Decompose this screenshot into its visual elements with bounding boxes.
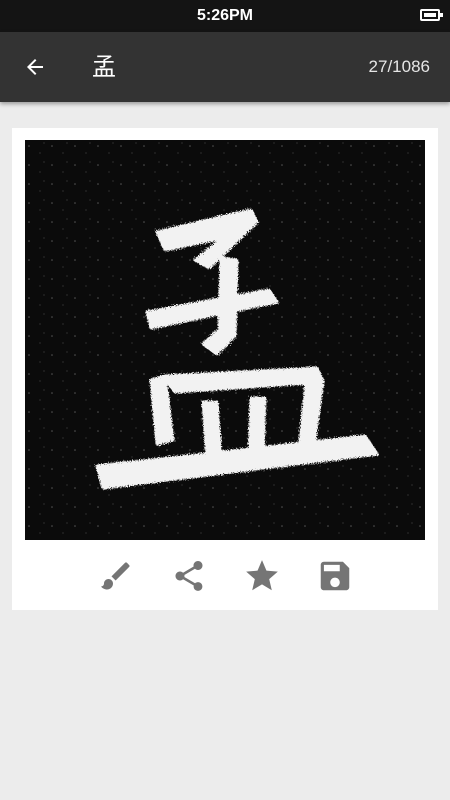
back-button[interactable]	[16, 48, 54, 86]
save-icon	[320, 561, 349, 591]
action-toolbar	[12, 542, 438, 610]
glyph-card	[12, 128, 438, 610]
page-counter: 27/1086	[368, 57, 430, 76]
favorite-button[interactable]	[243, 557, 281, 595]
brush-button[interactable]	[97, 557, 135, 595]
battery-icon	[420, 9, 443, 21]
save-button[interactable]	[316, 557, 354, 595]
calligraphy-image[interactable]	[25, 140, 425, 540]
status-bar: 5:26PM	[0, 0, 450, 32]
brush-icon	[100, 562, 130, 590]
star-icon	[245, 560, 278, 591]
status-time: 5:26PM	[196, 7, 254, 24]
page-title: 孟	[92, 53, 116, 81]
calligraphy-rubbing	[25, 140, 425, 540]
share-icon	[175, 561, 202, 591]
app-bar: 孟 27/1086	[0, 32, 450, 102]
share-button[interactable]	[170, 557, 208, 595]
arrow-back-icon	[27, 59, 43, 75]
